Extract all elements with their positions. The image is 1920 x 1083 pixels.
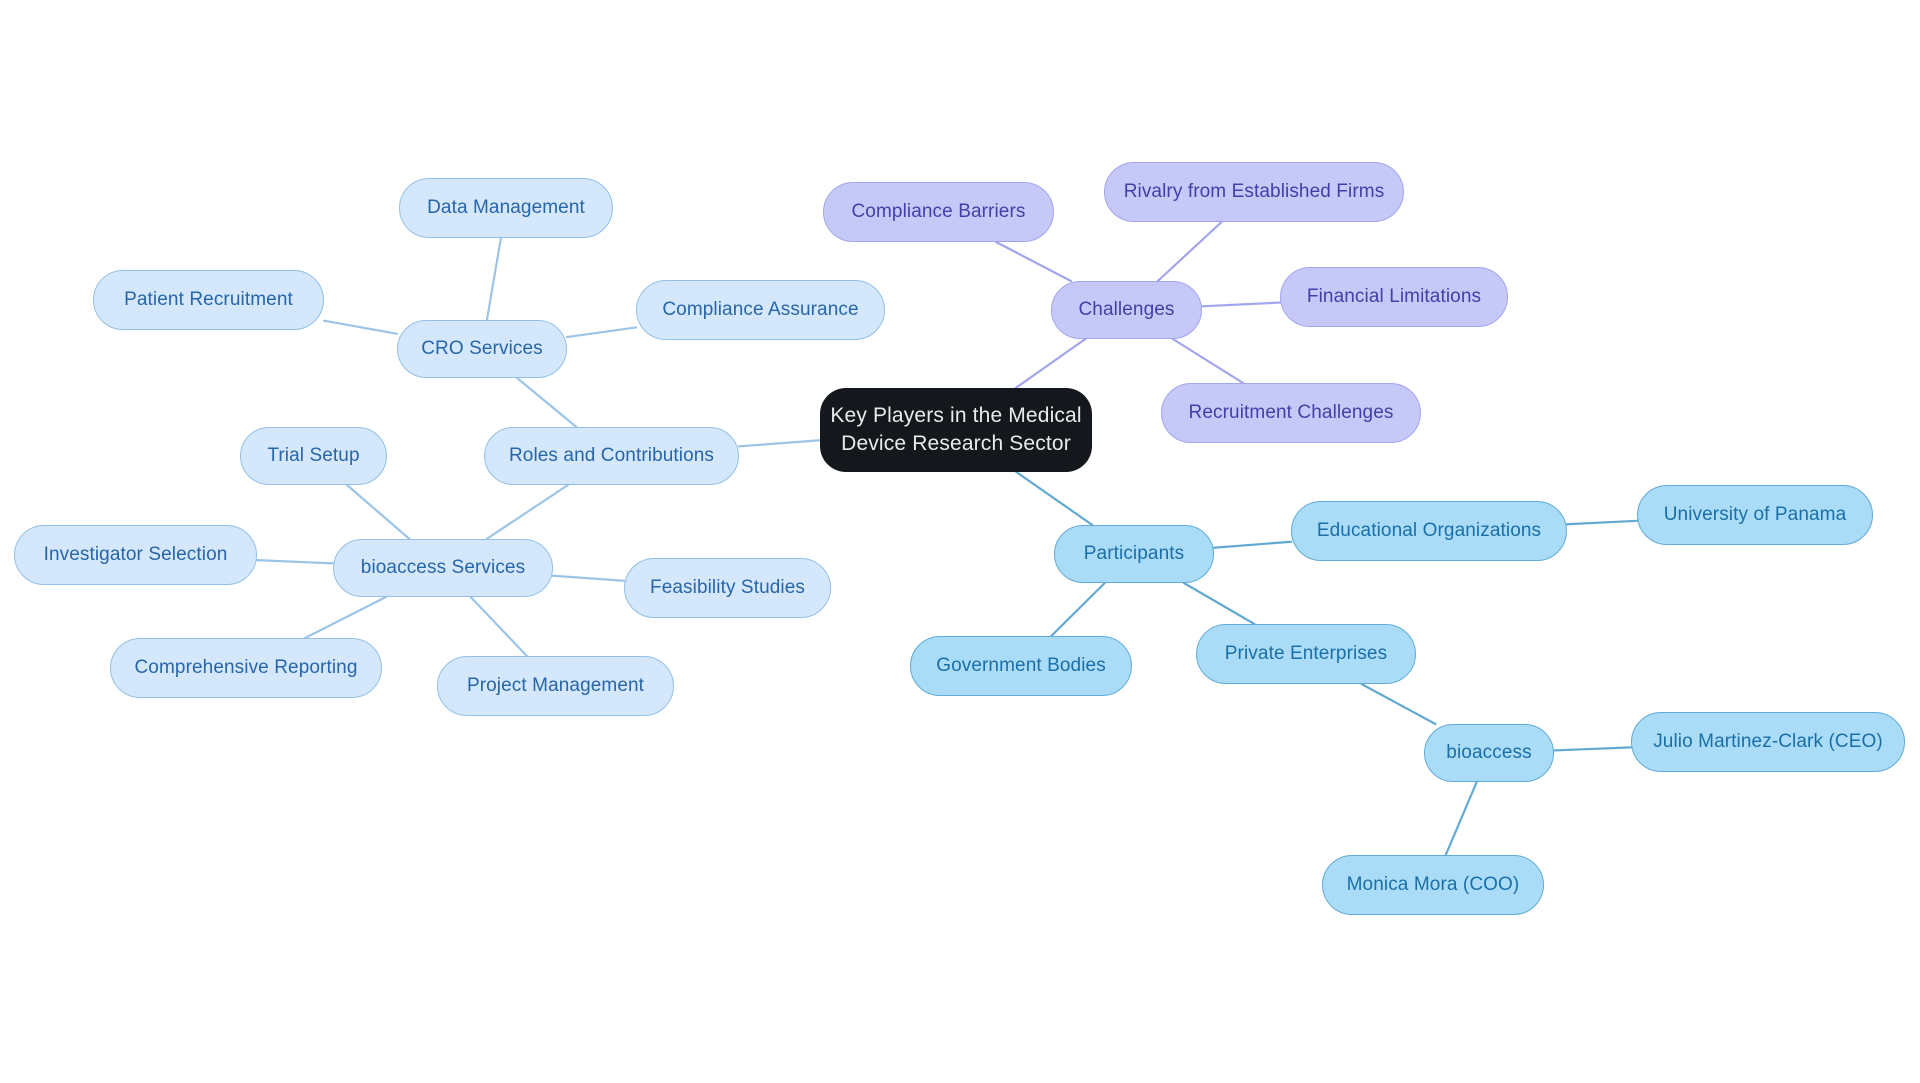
mindmap-edge-bioaccess-to-julio bbox=[1552, 746, 1633, 752]
mindmap-edge-root-to-roles bbox=[737, 439, 822, 448]
mindmap-node-patient-recruit[interactable]: Patient Recruitment bbox=[93, 270, 324, 330]
mindmap-edge-bioaccess-svc-to-investigator bbox=[255, 559, 335, 565]
mindmap-root-node[interactable]: Key Players in the Medical Device Resear… bbox=[820, 388, 1092, 472]
mindmap-node-edu-orgs[interactable]: Educational Organizations bbox=[1291, 501, 1567, 561]
mindmap-node-trial-setup[interactable]: Trial Setup bbox=[240, 427, 387, 485]
mindmap-node-investigator[interactable]: Investigator Selection bbox=[14, 525, 257, 585]
edge-layer bbox=[255, 220, 1639, 857]
mindmap-node-private-ent[interactable]: Private Enterprises bbox=[1196, 624, 1416, 684]
mindmap-node-compliance-assur[interactable]: Compliance Assurance bbox=[636, 280, 885, 340]
mindmap-node-compliance-barr[interactable]: Compliance Barriers bbox=[823, 182, 1054, 242]
mindmap-edge-bioaccess-svc-to-trial-setup bbox=[345, 483, 411, 541]
mindmap-node-roles[interactable]: Roles and Contributions bbox=[484, 427, 739, 485]
mindmap-edge-challenges-to-financial-lim bbox=[1200, 301, 1282, 308]
mindmap-edge-bioaccess-svc-to-proj-mgmt bbox=[469, 595, 528, 658]
mindmap-edge-cro-to-patient-recruit bbox=[322, 319, 399, 335]
mindmap-node-monica[interactable]: Monica Mora (COO) bbox=[1322, 855, 1544, 915]
mindmap-edge-bioaccess-to-monica bbox=[1444, 780, 1478, 857]
mindmap-node-rivalry[interactable]: Rivalry from Established Firms bbox=[1104, 162, 1404, 222]
mindmap-edge-challenges-to-rivalry bbox=[1156, 220, 1223, 283]
mindmap-node-challenges[interactable]: Challenges bbox=[1051, 281, 1202, 339]
mindmap-node-data-mgmt[interactable]: Data Management bbox=[399, 178, 613, 238]
mindmap-node-feasibility[interactable]: Feasibility Studies bbox=[624, 558, 831, 618]
mindmap-edge-root-to-participants bbox=[1015, 470, 1094, 527]
mindmap-node-bioaccess[interactable]: bioaccess bbox=[1424, 724, 1554, 782]
mindmap-edge-challenges-to-compliance-barr bbox=[994, 240, 1072, 283]
mindmap-edge-bioaccess-svc-to-feasibility bbox=[551, 574, 626, 582]
mindmap-node-julio[interactable]: Julio Martinez-Clark (CEO) bbox=[1631, 712, 1905, 772]
mindmap-edge-bioaccess-svc-to-comp-reporting bbox=[304, 595, 387, 640]
mindmap-node-bioaccess-svc[interactable]: bioaccess Services bbox=[333, 539, 553, 597]
mindmap-node-comp-reporting[interactable]: Comprehensive Reporting bbox=[110, 638, 382, 698]
mindmap-edge-challenges-to-recruit-chal bbox=[1171, 337, 1245, 385]
mindmap-edge-root-to-challenges bbox=[1014, 337, 1087, 390]
mindmap-edge-participants-to-govt-bodies bbox=[1050, 581, 1106, 638]
mindmap-node-financial-lim[interactable]: Financial Limitations bbox=[1280, 267, 1508, 327]
mindmap-node-participants[interactable]: Participants bbox=[1054, 525, 1214, 583]
mindmap-node-cro[interactable]: CRO Services bbox=[397, 320, 567, 378]
mindmap-node-univ-panama[interactable]: University of Panama bbox=[1637, 485, 1873, 545]
mindmap-edge-roles-to-bioaccess-svc bbox=[485, 483, 569, 541]
mindmap-edge-cro-to-compliance-assur bbox=[565, 326, 638, 339]
mindmap-edge-roles-to-cro bbox=[515, 376, 578, 429]
mindmap-node-recruit-chal[interactable]: Recruitment Challenges bbox=[1161, 383, 1421, 443]
mindmap-edge-participants-to-private-ent bbox=[1182, 581, 1256, 626]
mindmap-node-proj-mgmt[interactable]: Project Management bbox=[437, 656, 674, 716]
mindmap-edge-cro-to-data-mgmt bbox=[485, 236, 502, 322]
mindmap-edge-participants-to-edu-orgs bbox=[1212, 540, 1293, 549]
mindmap-edge-edu-orgs-to-univ-panama bbox=[1565, 519, 1639, 526]
mindmap-canvas: Key Players in the Medical Device Resear… bbox=[0, 0, 1920, 1083]
mindmap-node-govt-bodies[interactable]: Government Bodies bbox=[910, 636, 1132, 696]
mindmap-edge-private-ent-to-bioaccess bbox=[1360, 682, 1437, 726]
